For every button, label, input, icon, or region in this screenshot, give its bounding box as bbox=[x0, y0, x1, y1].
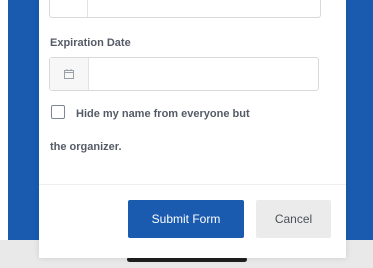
form-modal: Expiration Date Hide my name from everyo… bbox=[39, 0, 346, 258]
expiration-date-input-group[interactable] bbox=[49, 57, 319, 91]
hide-name-label-line2: the organizer. bbox=[50, 141, 122, 153]
date-icon-button[interactable] bbox=[50, 58, 89, 90]
expiration-date-field[interactable] bbox=[89, 58, 318, 90]
previous-field-divider bbox=[87, 0, 88, 17]
footer-divider bbox=[39, 184, 346, 185]
hide-name-label-line1: Hide my name from everyone but bbox=[76, 108, 250, 120]
background-right-panel bbox=[346, 0, 373, 240]
hide-name-checkbox[interactable] bbox=[51, 105, 65, 119]
submit-form-button[interactable]: Submit Form bbox=[128, 200, 244, 238]
calendar-icon bbox=[64, 69, 74, 79]
cancel-button[interactable]: Cancel bbox=[256, 200, 331, 238]
previous-field[interactable] bbox=[49, 0, 321, 18]
background-left-panel bbox=[8, 0, 39, 240]
expiration-date-label: Expiration Date bbox=[50, 37, 131, 49]
